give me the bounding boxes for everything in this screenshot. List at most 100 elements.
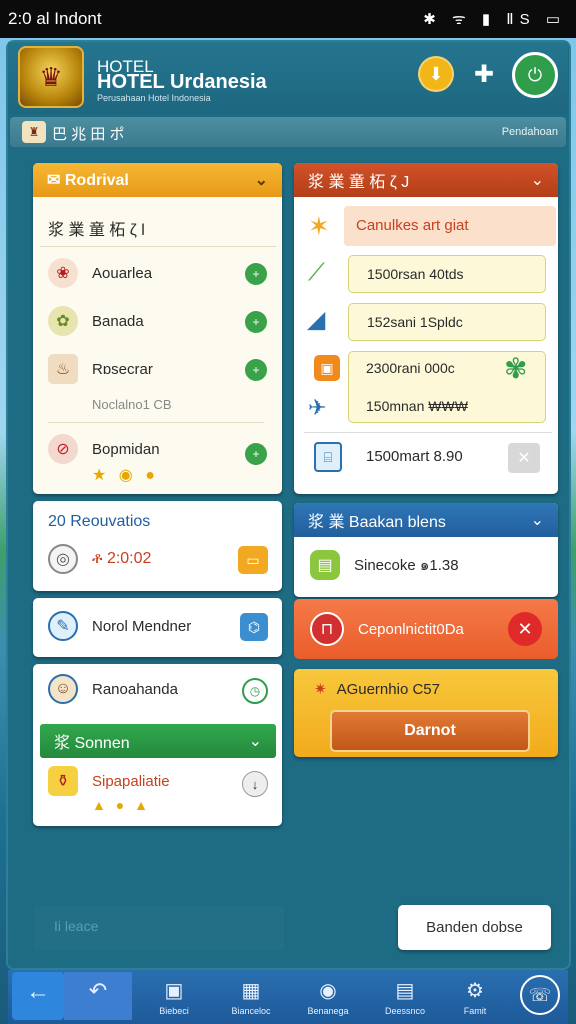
price-pill[interactable]: 1500rsan 40tds (348, 255, 546, 293)
bottom-price: 1500mart 8.90 (366, 448, 463, 465)
reservations-title: 20 Reouvatios (48, 513, 151, 530)
trash-icon[interactable]: ⌸ (314, 442, 342, 472)
guest-badges: ▲ ● ▲ (92, 797, 151, 813)
gear-icon: ⚙ (466, 980, 484, 1002)
chart-icon: ◢ (308, 307, 325, 332)
guest-item[interactable]: ⚱ Sipapaliatie (48, 766, 170, 796)
card-icon[interactable]: ⌬ (240, 613, 268, 641)
nav-shield[interactable]: ◉ Benanega (302, 972, 354, 1020)
undo-icon[interactable]: ↶ (64, 972, 132, 1020)
details-title: 浆 業 童 柘 ζ J (308, 174, 410, 191)
support-icon[interactable]: ☏ (520, 975, 560, 1015)
divider (40, 246, 276, 247)
price-pill[interactable]: 152sani 1Spldc (348, 303, 546, 341)
back-arrow-icon[interactable]: ← (12, 972, 64, 1020)
price-group-line2: 150mnan ₩₩₩ (366, 398, 468, 414)
badge-row: ★ ◉ ● (92, 467, 159, 484)
add-button[interactable]: + (245, 443, 267, 465)
close-icon[interactable]: ✕ (508, 612, 542, 646)
chevron-down-icon: ⌄ (530, 172, 544, 189)
booking-item[interactable]: ▤ Sinecoke ๑1.38 (310, 550, 459, 580)
booking-item-label: Sinecoke ๑1.38 (354, 557, 459, 574)
berry-icon: ❀ (48, 258, 78, 288)
booking-header[interactable]: 浆 業 Baakan blens ⌄ (294, 503, 558, 537)
subbar-title: 巴 兆 田 ポ (52, 126, 125, 143)
action-title-row: ✷ AGuernhio C57 (314, 680, 440, 699)
jar-icon: ⚱ (48, 766, 78, 796)
list-item-label: Rɒsecrar (92, 360, 153, 378)
nav-calendar[interactable]: ▦ Bianceloc (225, 972, 277, 1020)
season-header[interactable]: 浆 Sonnen ⌄ (40, 724, 276, 758)
arrival-section-label: 浆 業 童 柘 ζ l (48, 222, 145, 239)
hotel-badge-icon: ♜ (22, 121, 46, 143)
add-button[interactable]: + (245, 359, 267, 381)
divider (304, 432, 552, 433)
document-icon: ▤ (395, 980, 415, 1002)
add-button[interactable]: + (245, 311, 267, 333)
details-header[interactable]: 浆 業 童 柘 ζ J ⌄ (294, 163, 558, 197)
palm-icon: ✾ (504, 353, 528, 384)
clock-icon[interactable]: ◷ (242, 678, 268, 704)
action-title: AGuernhio C57 (336, 680, 440, 698)
garuda-emblem-icon: ♛ (18, 46, 84, 108)
season-title: 浆 Sonnen (54, 735, 130, 752)
list-item[interactable]: ✿ Banada (48, 306, 144, 336)
alert-label: Ceponlnictit0Da (358, 620, 464, 638)
leaf-icon: ⟋ (308, 259, 325, 286)
guest-item-label: Sipapaliatie (92, 772, 170, 790)
nav-settings[interactable]: ⚙ Famit (449, 972, 501, 1020)
list-item[interactable]: ❀ Aouarlea (48, 258, 152, 288)
puzzle-icon[interactable]: ✚ (466, 56, 502, 92)
primary-action-button[interactable]: Darnot (330, 710, 530, 752)
add-button[interactable]: + (245, 263, 267, 285)
wreath-icon: ✿ (48, 306, 78, 336)
list-item-label: Bopmidan (92, 440, 160, 458)
guest-label: Ranoahanda (92, 680, 178, 698)
arrival-header[interactable]: ✉ Rodrival ⌄ (33, 163, 282, 197)
highlight-label: Canulkes art giat (356, 217, 469, 234)
arrival-title: Rodrival (64, 172, 129, 189)
list-item[interactable]: ⊘ Bopmidan (48, 434, 160, 464)
ticket-icon[interactable]: ▭ (238, 546, 268, 574)
box-icon: ▣ (314, 355, 340, 381)
status-icons: ✱ ᯤ ▮ ⅡS ▭ (423, 11, 566, 28)
person-icon: ☺ (48, 674, 78, 704)
member-row[interactable]: ✎ Norol Mendner (48, 611, 191, 641)
status-bar: 2:0 al Indont ✱ ᯤ ▮ ⅡS ▭ (0, 0, 576, 38)
mail-icon: ✉ (47, 172, 61, 189)
divider (48, 422, 264, 423)
no-entry-icon: ⊘ (48, 434, 78, 464)
airplane-icon: ✈ (308, 395, 327, 420)
price-group-line1: 2300rani 000c (366, 360, 455, 376)
secondary-button[interactable]: Banden dobse (398, 905, 551, 950)
booking-title: 浆 業 Baakan blens (308, 514, 446, 531)
search-input[interactable]: Ii leace (34, 906, 284, 950)
app-title: HOTEL Urdanesia (97, 71, 267, 93)
nav-card[interactable]: ▣ Biebeci (148, 972, 200, 1020)
globe-icon: ◎ (48, 544, 78, 574)
star-icon: ✶ (308, 211, 330, 241)
close-icon[interactable]: ✕ (508, 443, 540, 473)
document-icon: ✎ (48, 611, 78, 641)
arrow-down-icon[interactable]: ⬇ (418, 56, 454, 92)
app-tagline: Perusahaan Hotel Indonesia (97, 93, 211, 103)
card-icon: ▣ (164, 980, 184, 1002)
subbar-link[interactable]: Pendahoan (502, 126, 558, 138)
download-icon[interactable]: ↓ (242, 771, 268, 797)
list-item-label: Banada (92, 312, 144, 330)
list-item-label: Aouarlea (92, 264, 153, 282)
chevron-down-icon: ⌄ (530, 512, 544, 529)
guest-row[interactable]: ☺ Ranoahanda (48, 674, 178, 704)
sparkle-icon: ✷ (314, 681, 327, 698)
list-item[interactable]: ♨ Rɒsecrar (48, 354, 153, 384)
bowl-icon: ♨ (48, 354, 78, 384)
reservations-value: ቶ 2:0:02 (92, 550, 152, 567)
power-icon[interactable]: ⏻ (512, 52, 558, 98)
member-label: Norol Mendner (92, 617, 192, 635)
arrival-note: Noclalno1 CB (92, 397, 172, 412)
alert-row: ⊓ Ceponlnictit0Da (310, 612, 464, 646)
parking-icon: ⊓ (310, 612, 344, 646)
reservations-row: ◎ ቶ 2:0:02 (48, 544, 151, 574)
calendar-icon: ▦ (241, 980, 261, 1002)
nav-document[interactable]: ▤ Deessnco (379, 972, 431, 1020)
